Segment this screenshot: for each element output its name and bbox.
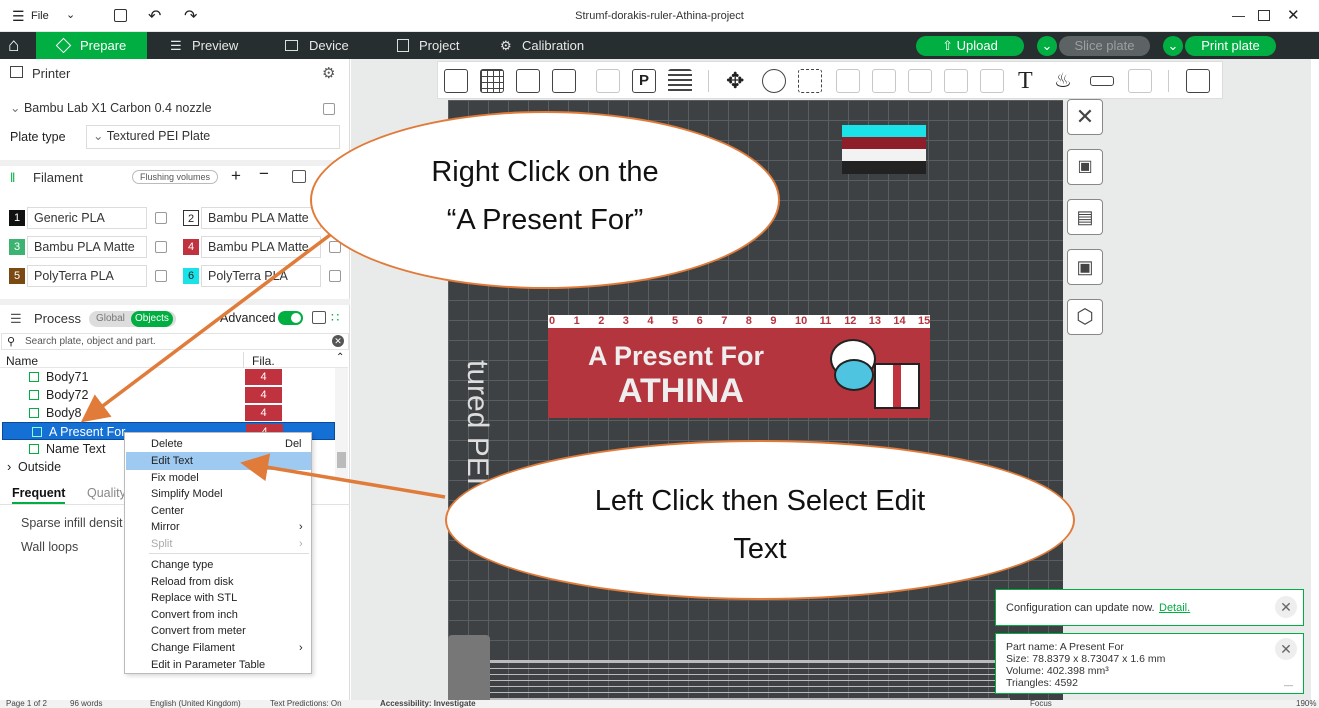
callout-left-click-line1: Left Click then Select Edit [594, 485, 926, 517]
part-triangles: Triangles: 4592 [1006, 677, 1078, 689]
arrow-to-edit-text [240, 453, 446, 499]
minimize-part-info-icon[interactable]: — [1284, 680, 1293, 690]
status-bar: Page 1 of 2 96 words English (United Kin… [0, 700, 1319, 708]
callout-right-click-line1: Right Click on the [431, 156, 659, 188]
status-language: English (United Kingdom) [150, 700, 241, 708]
callout-left-click-line2: Text [733, 533, 787, 565]
part-volume: Volume: 402.398 mm³ [1006, 665, 1109, 677]
close-part-info-icon[interactable]: ✕ [1275, 638, 1297, 660]
status-page: Page 1 of 2 [6, 700, 47, 708]
close-notification-icon[interactable]: ✕ [1275, 596, 1297, 618]
callout-right-click: Right Click on the “A Present For” [310, 111, 780, 289]
status-accessibility[interactable]: Accessibility: Investigate [380, 700, 476, 708]
config-text: Configuration can update now. [1006, 602, 1155, 614]
config-detail-link[interactable]: Detail. [1159, 602, 1190, 614]
status-predictions: Text Predictions: On [270, 700, 342, 708]
status-zoom[interactable]: 190% [1296, 700, 1316, 708]
arrow-to-object [80, 233, 332, 423]
callout-left-click: Left Click then Select Edit Text [445, 440, 1075, 600]
part-name: Part name: A Present For [1006, 641, 1124, 653]
status-focus[interactable]: Focus [1030, 700, 1052, 708]
part-info-notification: Part name: A Present For Size: 78.8379 x… [995, 633, 1304, 694]
status-words: 96 words [70, 700, 103, 708]
part-size: Size: 78.8379 x 8.73047 x 1.6 mm [1006, 653, 1166, 665]
config-notification: Configuration can update now. Detail. ✕ [995, 589, 1304, 626]
callout-right-click-line2: “A Present For” [446, 204, 644, 236]
